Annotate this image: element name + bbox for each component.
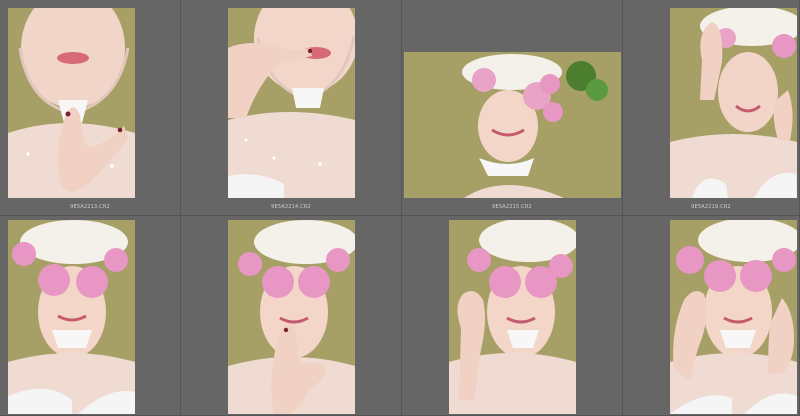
thumbnail-cell[interactable]: 9E5A2213.CR2 <box>0 0 181 216</box>
thumbnail-filename: 9E5A2215.CR2 <box>492 204 532 210</box>
thumbnail-cell[interactable]: 9E5A2214.CR2 <box>181 0 402 216</box>
portrait-flower-glasses-photo[interactable] <box>8 220 135 414</box>
portrait-flower-glasses-finger-photo[interactable] <box>228 220 355 414</box>
portrait-smile-hands-photo[interactable] <box>670 8 797 198</box>
portrait-flower-glasses-hands-photo[interactable] <box>670 220 797 414</box>
thumbnail-cell[interactable] <box>402 216 623 416</box>
portrait-flower-hat-photo[interactable] <box>404 52 621 198</box>
portrait-flower-glasses-hand-photo[interactable] <box>449 220 576 414</box>
thumbnail-cell[interactable] <box>623 216 800 416</box>
thumbnail-cell[interactable]: 9E5A2215.CR2 <box>402 0 623 216</box>
thumbnail-cell[interactable] <box>0 216 181 416</box>
thumbnail-filename: 9E5A2219.CR2 <box>691 204 731 210</box>
portrait-lips-hand-photo[interactable] <box>8 8 135 198</box>
thumbnail-cell[interactable] <box>181 216 402 416</box>
thumbnail-grid: 9E5A2213.CR2 9E5A2214.CR2 9E5A2215.CR2 9… <box>0 0 800 416</box>
portrait-finger-lips-photo[interactable] <box>228 8 355 198</box>
thumbnail-filename: 9E5A2214.CR2 <box>271 204 311 210</box>
thumbnail-cell[interactable]: 9E5A2219.CR2 <box>623 0 800 216</box>
thumbnail-filename: 9E5A2213.CR2 <box>70 204 110 210</box>
